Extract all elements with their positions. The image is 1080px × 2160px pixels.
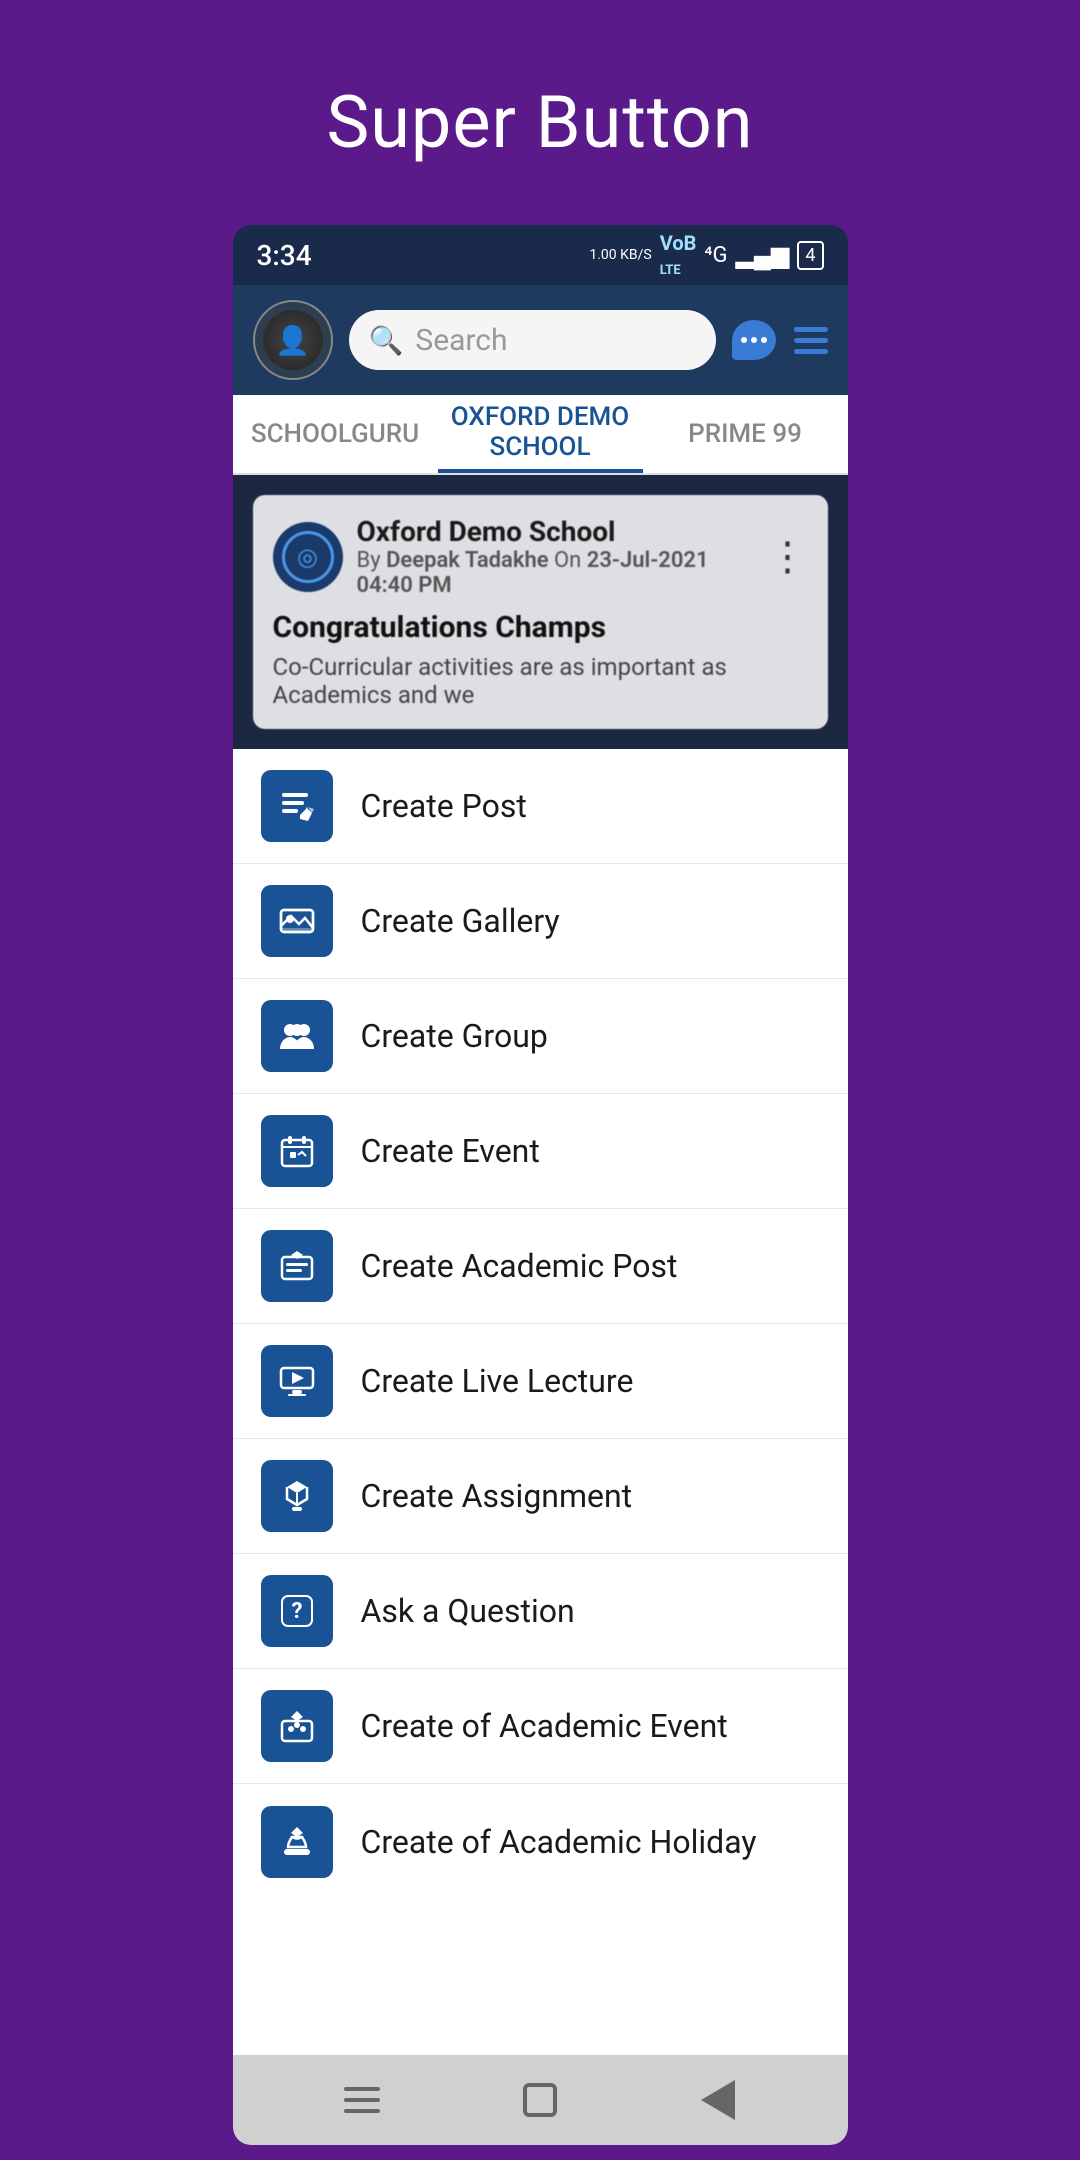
create-event-icon — [261, 1115, 333, 1187]
create-live-lecture-label: Create Live Lecture — [361, 1362, 634, 1400]
bottom-nav — [233, 2055, 848, 2145]
menu-item-create-live-lecture[interactable]: Create Live Lecture — [233, 1324, 848, 1439]
menu-item-create-academic-event[interactable]: Create of Academic Event — [233, 1669, 848, 1784]
ham-line-2 — [794, 338, 828, 343]
create-assignment-label: Create Assignment — [361, 1477, 633, 1515]
post-author: By Deepak Tadakhe On 23-Jul-2021 04:40 P… — [357, 548, 754, 598]
nav-back-icon — [701, 2080, 735, 2120]
create-event-label: Create Event — [361, 1132, 540, 1170]
avatar[interactable]: 👤 — [253, 300, 333, 380]
create-academic-holiday-label: Create of Academic Holiday — [361, 1823, 757, 1861]
nav-menu-button[interactable] — [337, 2075, 387, 2125]
ask-question-icon: ? — [261, 1575, 333, 1647]
menu-item-create-gallery[interactable]: Create Gallery — [233, 864, 848, 979]
search-icon: 🔍 — [369, 324, 404, 357]
create-gallery-icon — [261, 885, 333, 957]
post-meta: Oxford Demo School By Deepak Tadakhe On … — [357, 515, 754, 598]
create-post-label: Create Post — [361, 787, 527, 825]
create-academic-post-icon — [261, 1230, 333, 1302]
chat-dots — [741, 337, 767, 343]
create-post-icon — [261, 770, 333, 842]
menu-item-create-assignment[interactable]: Create Assignment — [233, 1439, 848, 1554]
create-academic-holiday-icon — [261, 1806, 333, 1878]
create-live-lecture-icon — [261, 1345, 333, 1417]
menu-list: Create Post Create Gallery Create Group Cre… — [233, 749, 848, 2055]
battery-icon: 4 — [797, 241, 823, 270]
status-icons: 1.00 KB/S VoBLTE ⁴G ▂▄▆ 4 — [589, 231, 823, 279]
post-body: Co-Curricular activities are as importan… — [273, 653, 808, 709]
menu-item-create-academic-post[interactable]: Create Academic Post — [233, 1209, 848, 1324]
menu-icon[interactable] — [794, 327, 828, 354]
feed-area: ◎ Oxford Demo School By Deepak Tadakhe O… — [233, 475, 848, 749]
status-time: 3:34 — [257, 239, 312, 272]
ask-question-label: Ask a Question — [361, 1592, 575, 1630]
app-header: 👤 🔍 Search — [233, 285, 848, 395]
status-bar: 3:34 1.00 KB/S VoBLTE ⁴G ▂▄▆ 4 — [233, 225, 848, 285]
menu-item-create-event[interactable]: Create Event — [233, 1094, 848, 1209]
create-group-label: Create Group — [361, 1017, 548, 1055]
post-card: ◎ Oxford Demo School By Deepak Tadakhe O… — [253, 495, 828, 729]
ham-line-1 — [794, 327, 828, 332]
nav-menu-icon — [344, 2087, 380, 2113]
header-icons — [732, 320, 828, 360]
create-academic-post-label: Create Academic Post — [361, 1247, 678, 1285]
create-academic-event-label: Create of Academic Event — [361, 1707, 728, 1745]
page-title: Super Button — [326, 80, 753, 165]
post-more-options[interactable]: ⋮ — [768, 537, 808, 577]
volte-icon: VoBLTE — [660, 231, 697, 279]
nav-home-button[interactable] — [515, 2075, 565, 2125]
network-icon: ⁴G — [704, 243, 727, 268]
tab-bar: SCHOOLGURU OXFORD DEMO SCHOOL PRIME 99 — [233, 395, 848, 475]
ham-line-3 — [794, 349, 828, 354]
menu-item-create-post[interactable]: Create Post — [233, 749, 848, 864]
avatar-image: 👤 — [263, 310, 323, 370]
nav-back-button[interactable] — [693, 2075, 743, 2125]
create-academic-event-icon — [261, 1690, 333, 1762]
nav-home-icon — [523, 2083, 557, 2117]
create-gallery-label: Create Gallery — [361, 902, 560, 940]
school-avatar: ◎ — [273, 522, 343, 592]
search-placeholder: Search — [415, 323, 507, 358]
tab-prime99[interactable]: PRIME 99 — [643, 395, 848, 473]
phone-frame: 3:34 1.00 KB/S VoBLTE ⁴G ▂▄▆ 4 👤 🔍 Searc… — [233, 225, 848, 2145]
post-header: ◎ Oxford Demo School By Deepak Tadakhe O… — [273, 515, 808, 598]
svg-text:?: ? — [291, 1599, 302, 1624]
signal-icon: ▂▄▆ — [735, 241, 789, 270]
data-speed-icon: 1.00 KB/S — [589, 247, 651, 264]
chat-icon[interactable] — [732, 320, 776, 360]
post-school-name: Oxford Demo School — [357, 515, 754, 548]
menu-item-ask-question[interactable]: ? Ask a Question — [233, 1554, 848, 1669]
menu-item-create-academic-holiday[interactable]: Create of Academic Holiday — [233, 1784, 848, 1899]
search-bar[interactable]: 🔍 Search — [349, 310, 716, 370]
school-logo: ◎ — [282, 531, 334, 583]
create-group-icon — [261, 1000, 333, 1072]
tab-schoolguru[interactable]: SCHOOLGURU — [233, 395, 438, 473]
post-title: Congratulations Champs — [273, 610, 808, 645]
tab-oxford[interactable]: OXFORD DEMO SCHOOL — [438, 395, 643, 473]
menu-item-create-group[interactable]: Create Group — [233, 979, 848, 1094]
create-assignment-icon — [261, 1460, 333, 1532]
